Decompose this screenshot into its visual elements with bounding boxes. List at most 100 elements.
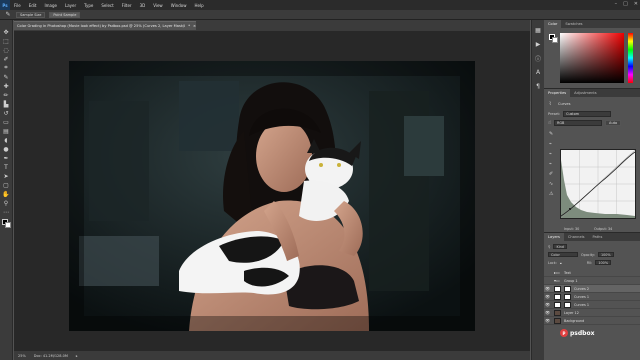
blend-row: Color Opacity: 100%	[548, 252, 614, 257]
eyedropper-icon[interactable]: ✎	[2, 73, 11, 81]
visibility-icon[interactable]: 👁︎	[544, 286, 551, 291]
tab-channels[interactable]: Channels	[564, 233, 589, 241]
history-brush-icon[interactable]: ↺	[2, 109, 11, 117]
visibility-icon[interactable]: 👁︎	[544, 302, 551, 307]
color-panel-tabs: Color Swatches	[544, 20, 640, 28]
opacity-input[interactable]: 100%	[597, 252, 614, 257]
healing-icon[interactable]: ✚	[2, 82, 11, 90]
layer-row[interactable]: 👁︎ Background	[544, 317, 640, 325]
draw-curve-icon[interactable]: ✐	[549, 171, 556, 178]
fill-input[interactable]: 100%	[595, 260, 612, 265]
menu-edit[interactable]: Edit	[25, 3, 41, 8]
brush-icon[interactable]: ✏	[2, 91, 11, 99]
layer-mask-thumbnail[interactable]	[564, 293, 571, 300]
maximize-icon[interactable]: □	[623, 1, 628, 7]
zoom-icon[interactable]: ⚲	[2, 199, 11, 207]
type-icon[interactable]: T	[2, 163, 11, 171]
layer-mask-thumbnail[interactable]	[564, 301, 571, 308]
layer-row[interactable]: 👁︎ Layer 12	[544, 309, 640, 317]
tab-color[interactable]: Color	[544, 20, 562, 28]
menu-layer[interactable]: Layer	[61, 3, 80, 8]
menu-filter[interactable]: Filter	[118, 3, 136, 8]
point-sample-button[interactable]: Point Sample	[49, 11, 81, 18]
auto-button[interactable]: Auto	[605, 120, 622, 126]
output-readout: Output: 34	[594, 227, 613, 231]
menu-image[interactable]: Image	[40, 3, 61, 8]
filter-search-icon: ⚲	[548, 244, 551, 249]
menu-file[interactable]: File	[10, 3, 25, 8]
lock-icon[interactable]: 🔒︎	[560, 261, 562, 265]
preset-dropdown[interactable]: Custom	[563, 111, 612, 117]
layer-row[interactable]: 👁︎ Curves 2	[544, 285, 640, 293]
clipping-warning-icon[interactable]: ⚠	[549, 191, 556, 198]
sample-size-button[interactable]: Sample Size	[16, 11, 46, 18]
quick-select-icon[interactable]: ✐	[2, 55, 11, 63]
lasso-icon[interactable]: ◌	[2, 46, 11, 54]
menu-3d[interactable]: 3D	[136, 3, 150, 8]
layer-row[interactable]: 👁︎ Curves 1	[544, 301, 640, 309]
layer-row[interactable]: 👁︎ Curves 1	[544, 293, 640, 301]
stamp-icon[interactable]: ▙	[2, 100, 11, 108]
menu-window[interactable]: Window	[167, 3, 191, 8]
pen-icon[interactable]: ✒	[2, 154, 11, 162]
smooth-curve-icon[interactable]: ∿	[549, 181, 556, 188]
zoom-level[interactable]: 25%	[18, 354, 26, 358]
curves-adjustment-icon: ⌇	[549, 101, 552, 107]
channel-dropdown[interactable]: RGB	[554, 120, 603, 126]
close-icon[interactable]: ✕	[634, 1, 638, 7]
visibility-icon[interactable]: 👁︎	[544, 310, 551, 315]
minimize-icon[interactable]: –	[615, 1, 618, 7]
blur-icon[interactable]: ◖	[2, 136, 11, 144]
dodge-icon[interactable]: ●	[2, 145, 11, 153]
visibility-icon[interactable]: 👁︎	[544, 294, 551, 299]
history-panel-icon[interactable]: ▦	[534, 26, 543, 34]
document-image[interactable]	[69, 61, 475, 331]
menu-help[interactable]: Help	[190, 3, 207, 8]
crop-icon[interactable]: ⌗	[2, 64, 11, 72]
paragraph-panel-icon[interactable]: ¶	[534, 82, 543, 90]
eraser-icon[interactable]: ▭	[2, 118, 11, 126]
marquee-icon[interactable]: ⬚	[2, 37, 11, 45]
gradient-icon[interactable]: ▤	[2, 127, 11, 135]
white-point-eyedropper-icon[interactable]: ⌁	[549, 161, 556, 168]
curves-graph[interactable]	[560, 149, 636, 219]
tab-properties[interactable]: Properties	[544, 89, 571, 97]
move-icon[interactable]: ✥	[2, 28, 11, 36]
shape-icon[interactable]: ▢	[2, 181, 11, 189]
close-tab-icon[interactable]: ×	[193, 24, 196, 28]
layer-row[interactable]: ▾▭ Group 1	[544, 277, 640, 285]
hand-icon[interactable]: ✋	[2, 190, 11, 198]
eyedropper-icon[interactable]: ✎	[4, 11, 12, 19]
tab-layers[interactable]: Layers	[544, 233, 564, 241]
black-point-eyedropper-icon[interactable]: ⌁	[549, 141, 556, 148]
document-tab[interactable]: Color Grading in Photoshop (Movie look e…	[14, 21, 196, 30]
tab-paths[interactable]: Paths	[589, 233, 607, 241]
info-panel-icon[interactable]: ⓘ	[534, 54, 543, 63]
canvas-area[interactable]	[14, 31, 530, 351]
menu-type[interactable]: Type	[80, 3, 97, 8]
layer-mask-thumbnail[interactable]	[564, 285, 571, 292]
path-select-icon[interactable]: ➤	[2, 172, 11, 180]
color-picker-field[interactable]	[560, 33, 624, 83]
tab-adjustments[interactable]: Adjustments	[570, 89, 601, 97]
background-color-swatch[interactable]	[552, 37, 558, 43]
actions-panel-icon[interactable]: ▶	[534, 40, 543, 48]
kind-filter-dropdown[interactable]: Kind	[553, 244, 567, 249]
blend-mode-dropdown[interactable]: Color	[548, 252, 578, 257]
foreground-background-swatch[interactable]	[1, 219, 11, 228]
status-arrow-icon[interactable]: ▸	[76, 354, 78, 358]
layer-row[interactable]: ▸▭ Text	[544, 269, 640, 277]
menu-view[interactable]: View	[149, 3, 167, 8]
edit-points-icon[interactable]: ✎	[549, 131, 556, 138]
character-panel-icon[interactable]: A	[534, 68, 543, 76]
visibility-icon[interactable]: 👁︎	[544, 318, 551, 323]
menu-select[interactable]: Select	[97, 3, 117, 8]
gray-point-eyedropper-icon[interactable]: ⌁	[549, 151, 556, 158]
more-tools-icon[interactable]: ⋯	[2, 208, 11, 216]
document-size: Doc: 41.2M/128.0M	[33, 353, 68, 358]
preset-label: Preset:	[548, 112, 561, 116]
tab-swatches[interactable]: Swatches	[561, 20, 586, 28]
hue-slider[interactable]	[628, 33, 633, 83]
psdbox-watermark: P psdbox	[560, 329, 594, 337]
target-adjust-icon[interactable]: ☝	[548, 120, 551, 126]
